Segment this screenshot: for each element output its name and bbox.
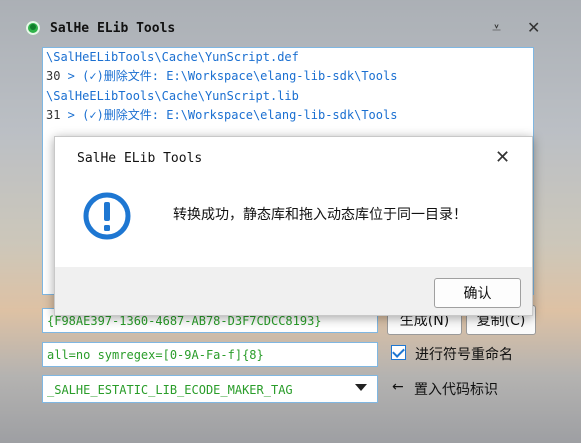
- confirm-button[interactable]: 确认: [434, 278, 521, 308]
- dialog-title: SalHe ELib Tools: [77, 151, 203, 166]
- dialog-close-icon[interactable]: ✕: [495, 149, 510, 167]
- regex-input[interactable]: all=no symregex=[0-9A-Fa-f]{8}: [42, 342, 378, 367]
- log-line: \SalHeELibTools\Cache\YunScript.def: [46, 50, 299, 64]
- rename-checkbox[interactable]: [391, 345, 406, 360]
- rename-label[interactable]: 进行符号重命名: [415, 344, 513, 364]
- window-title: SalHe ELib Tools: [50, 21, 176, 36]
- close-icon[interactable]: ✕: [527, 20, 540, 36]
- dialog-message: 转换成功，静态库和拖入动态库位于同一目录！: [173, 207, 467, 223]
- chevron-down-icon[interactable]: [355, 384, 367, 391]
- log-line: 30 > (✓)删除文件: E:\Workspace\elang-lib-sdk…: [46, 69, 398, 84]
- log-line: 31 > (✓)删除文件: E:\Workspace\elang-lib-sdk…: [46, 107, 398, 122]
- tag-select[interactable]: _SALHE_ESTATIC_LIB_ECODE_MAKER_TAG: [42, 375, 378, 403]
- app-logo-icon: [26, 21, 40, 35]
- title-bar[interactable]: SalHe ELib Tools ⩡ ✕: [0, 0, 581, 40]
- insert-tag-button[interactable]: 置入代码标识: [414, 379, 498, 399]
- menu-icon[interactable]: ⩡: [492, 20, 501, 36]
- info-icon: [83, 192, 131, 240]
- arrow-left-icon: ←: [392, 379, 404, 395]
- message-dialog: SalHe ELib Tools ✕ 转换成功，静态库和拖入动态库位于同一目录！…: [54, 136, 533, 316]
- log-line: \SalHeELibTools\Cache\YunScript.lib: [46, 88, 299, 103]
